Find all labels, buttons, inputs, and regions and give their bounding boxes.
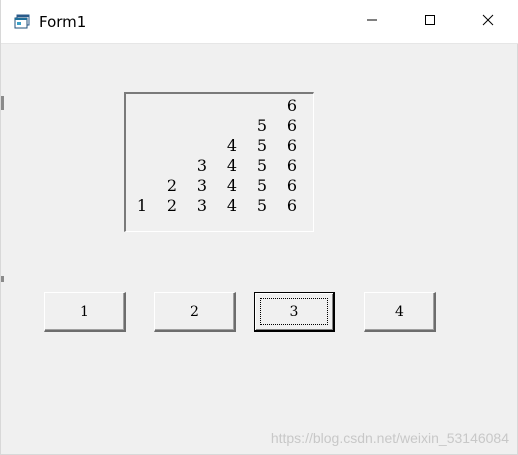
window-edge-mark (1, 276, 4, 282)
picture-number: 4 (226, 196, 238, 215)
picture-number: 3 (196, 156, 208, 175)
command-button-4[interactable]: 4 (364, 292, 436, 332)
watermark: https://blog.csdn.net/weixin_53146084 (270, 430, 509, 446)
minimize-icon (366, 13, 378, 31)
picture-number: 3 (196, 176, 208, 195)
picture-box: 6 5 6 4 5 6 3 4 5 6 2 3 4 5 6 1 2 3 4 5 … (124, 92, 314, 232)
title-bar[interactable]: Form1 (1, 0, 518, 44)
maximize-icon (424, 13, 436, 31)
button-label: 1 (80, 303, 89, 320)
command-button-3[interactable]: 3 (254, 292, 335, 332)
picture-number: 1 (136, 196, 148, 215)
command-button-2[interactable]: 2 (154, 292, 236, 332)
picture-number: 6 (286, 196, 298, 215)
button-label: 4 (395, 303, 404, 320)
button-label: 3 (289, 303, 299, 320)
picture-number: 5 (256, 136, 268, 155)
maximize-button[interactable] (401, 0, 459, 43)
close-button[interactable] (459, 0, 517, 43)
window-title: Form1 (39, 13, 87, 31)
picture-number: 5 (256, 196, 268, 215)
command-button-1[interactable]: 1 (44, 292, 126, 332)
close-icon (482, 13, 494, 31)
picture-number: 6 (286, 156, 298, 175)
window-edge-mark (1, 96, 4, 110)
picture-number: 2 (166, 176, 178, 195)
picture-number: 6 (286, 176, 298, 195)
picture-number: 4 (226, 176, 238, 195)
picture-number: 5 (256, 116, 268, 135)
picture-number: 5 (256, 176, 268, 195)
picture-number: 5 (256, 156, 268, 175)
picture-number: 6 (286, 136, 298, 155)
picture-number: 4 (226, 136, 238, 155)
picture-number: 4 (226, 156, 238, 175)
minimize-button[interactable] (343, 0, 401, 43)
picture-number: 3 (196, 196, 208, 215)
picture-number: 6 (286, 116, 298, 135)
form-window: Form1 6 5 6 4 5 6 3 4 5 6 2 3 4 5 6 1 2 … (0, 0, 518, 455)
picture-number: 6 (286, 96, 298, 115)
button-label: 2 (190, 303, 199, 320)
picture-number: 2 (166, 196, 178, 215)
form-icon (14, 14, 31, 29)
